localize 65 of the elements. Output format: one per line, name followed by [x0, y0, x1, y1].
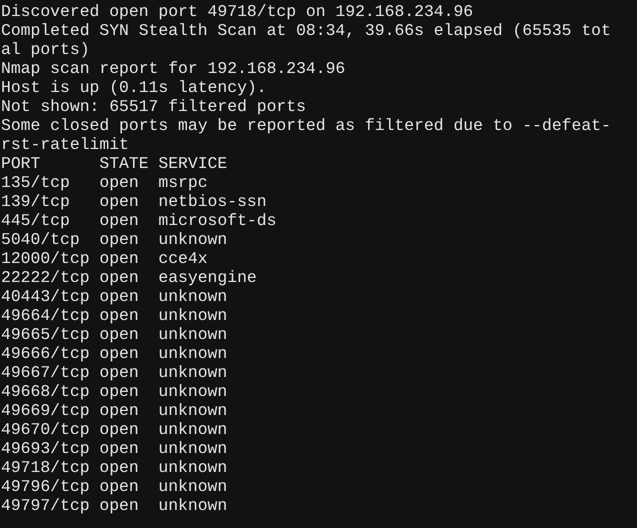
table-cell: open	[99, 173, 139, 192]
table-cell: msrpc	[158, 173, 208, 192]
table-cell: open	[99, 458, 139, 477]
table-cell: unknown	[158, 458, 228, 477]
table-cell: 49797/tcp	[1, 496, 90, 515]
table-cell: 40443/tcp	[1, 287, 90, 306]
table-cell: microsoft-ds	[158, 211, 276, 230]
table-cell: open	[99, 496, 139, 515]
table-cell: unknown	[158, 401, 228, 420]
table-cell: open	[99, 325, 139, 344]
table-cell: unknown	[158, 230, 228, 249]
table-cell: 49718/tcp	[1, 458, 90, 477]
table-cell: 49667/tcp	[1, 363, 90, 382]
column-header: SERVICE	[158, 154, 228, 173]
table-cell: unknown	[158, 363, 228, 382]
table-cell: open	[99, 420, 139, 439]
table-cell: 49668/tcp	[1, 382, 90, 401]
table-cell: 49693/tcp	[1, 439, 90, 458]
table-cell: open	[99, 344, 139, 363]
log-line: al ports)	[1, 40, 90, 59]
table-cell: unknown	[158, 439, 228, 458]
table-cell: 135/tcp	[1, 173, 70, 192]
table-cell: open	[99, 477, 139, 496]
table-cell: netbios-ssn	[158, 192, 267, 211]
table-cell: 5040/tcp	[1, 230, 80, 249]
table-cell: 49664/tcp	[1, 306, 90, 325]
table-cell: unknown	[158, 420, 228, 439]
log-line: Nmap scan report for 192.168.234.96	[1, 59, 346, 78]
table-cell: 49665/tcp	[1, 325, 90, 344]
table-cell: easyengine	[158, 268, 257, 287]
table-cell: unknown	[158, 325, 228, 344]
table-cell: open	[99, 306, 139, 325]
table-cell: cce4x	[158, 249, 208, 268]
table-cell: open	[99, 230, 139, 249]
log-line: Discovered open port 49718/tcp on 192.168.234.96	[1, 2, 474, 21]
table-cell: open	[99, 287, 139, 306]
log-line: rst-ratelimit	[1, 135, 129, 154]
table-cell: unknown	[158, 477, 228, 496]
table-cell: 22222/tcp	[1, 268, 90, 287]
table-cell: open	[99, 192, 139, 211]
table-cell: 12000/tcp	[1, 249, 90, 268]
table-cell: unknown	[158, 382, 228, 401]
log-line: Some closed ports may be reported as filtered due to --defeat-	[1, 116, 611, 135]
log-line: Not shown: 65517 filtered ports	[1, 97, 306, 116]
table-cell: open	[99, 211, 139, 230]
table-cell: open	[99, 363, 139, 382]
log-line: Host is up (0.11s latency).	[1, 78, 267, 97]
table-cell: 49670/tcp	[1, 420, 90, 439]
table-cell: open	[99, 268, 139, 287]
table-cell: 49666/tcp	[1, 344, 90, 363]
table-cell: open	[99, 382, 139, 401]
table-cell: unknown	[158, 306, 228, 325]
table-cell: open	[99, 439, 139, 458]
table-cell: 445/tcp	[1, 211, 70, 230]
table-cell: 139/tcp	[1, 192, 70, 211]
log-line: Completed SYN Stealth Scan at 08:34, 39.66s elapsed (65535 tot	[1, 21, 611, 40]
table-cell: unknown	[158, 496, 228, 515]
column-header: PORT	[1, 154, 40, 173]
table-cell: unknown	[158, 287, 228, 306]
column-header: STATE	[99, 154, 149, 173]
table-cell: 49796/tcp	[1, 477, 90, 496]
table-cell: open	[99, 401, 139, 420]
table-cell: 49669/tcp	[1, 401, 90, 420]
table-cell: open	[99, 249, 139, 268]
table-cell: unknown	[158, 344, 228, 363]
